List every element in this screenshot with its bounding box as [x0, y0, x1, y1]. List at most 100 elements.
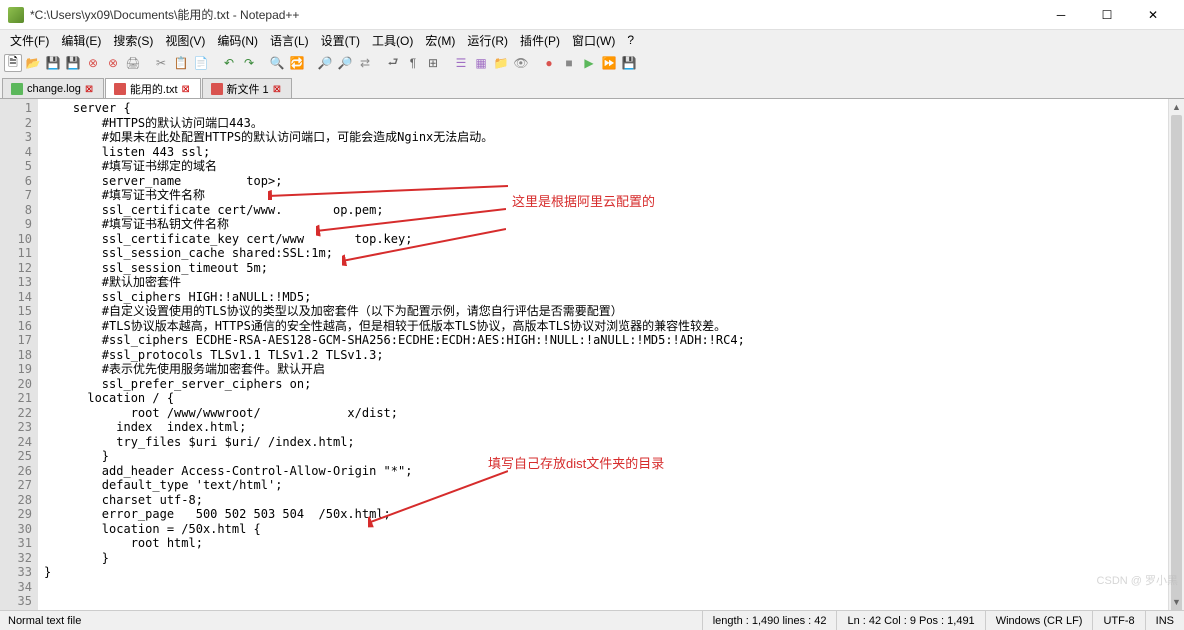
line-number: 32 — [2, 551, 32, 566]
replace-icon[interactable]: 🔁 — [288, 54, 306, 72]
status-insert-mode[interactable]: INS — [1145, 611, 1184, 630]
monitor-icon[interactable]: 👁 — [512, 54, 530, 72]
line-number: 20 — [2, 377, 32, 392]
line-number: 5 — [2, 159, 32, 174]
zoom-in-icon[interactable]: 🔎 — [316, 54, 334, 72]
file-status-icon — [11, 83, 23, 95]
code-line[interactable]: #表示优先使用服务端加密套件。默认开启 — [44, 362, 1162, 377]
close-file-icon[interactable]: ⊗ — [84, 54, 102, 72]
code-line[interactable]: listen 443 ssl; — [44, 145, 1162, 160]
menu-8[interactable]: 宏(M) — [419, 30, 461, 51]
status-encoding[interactable]: UTF-8 — [1092, 611, 1144, 630]
stop-macro-icon[interactable]: ■ — [560, 54, 578, 72]
scroll-up-icon[interactable]: ▲ — [1169, 99, 1184, 115]
maximize-button[interactable]: ☐ — [1084, 0, 1130, 30]
undo-icon[interactable]: ↶ — [220, 54, 238, 72]
menu-12[interactable]: ? — [621, 31, 640, 49]
line-number: 22 — [2, 406, 32, 421]
cut-icon[interactable]: ✂ — [152, 54, 170, 72]
copy-icon[interactable]: 📋 — [172, 54, 190, 72]
code-line[interactable]: #ssl_protocols TLSv1.1 TLSv1.2 TLSv1.3; — [44, 348, 1162, 363]
code-line[interactable]: default_type 'text/html'; — [44, 478, 1162, 493]
code-line[interactable]: try_files $uri $uri/ /index.html; — [44, 435, 1162, 450]
code-line[interactable]: #如果未在此处配置HTTPS的默认访问端口，可能会造成Nginx无法启动。 — [44, 130, 1162, 145]
print-icon[interactable]: 🖨 — [124, 54, 142, 72]
code-line[interactable]: #自定义设置使用的TLS协议的类型以及加密套件（以下为配置示例，请您自行评估是否… — [44, 304, 1162, 319]
line-number: 34 — [2, 580, 32, 595]
status-filetype: Normal text file — [0, 615, 200, 627]
tab-close-icon[interactable]: ⊠ — [182, 84, 192, 94]
vertical-scrollbar[interactable]: ▲ ▼ — [1168, 99, 1184, 610]
wordwrap-icon[interactable]: ⮐ — [384, 54, 402, 72]
status-eol[interactable]: Windows (CR LF) — [985, 611, 1093, 630]
menu-9[interactable]: 运行(R) — [461, 30, 514, 51]
save-icon[interactable]: 💾 — [44, 54, 62, 72]
code-line[interactable]: #填写证书私钥文件名称 — [44, 217, 1162, 232]
scroll-down-icon[interactable]: ▼ — [1169, 594, 1184, 610]
tab-2[interactable]: 新文件 1⊠ — [202, 78, 292, 98]
tab-1[interactable]: 能用的.txt⊠ — [105, 78, 201, 98]
menu-0[interactable]: 文件(F) — [4, 30, 55, 51]
minimize-button[interactable]: ─ — [1038, 0, 1084, 30]
new-file-icon[interactable]: 🗎 — [4, 54, 22, 72]
line-number: 6 — [2, 174, 32, 189]
line-number: 2 — [2, 116, 32, 131]
code-line[interactable]: ssl_prefer_server_ciphers on; — [44, 377, 1162, 392]
sync-scroll-icon[interactable]: ⇄ — [356, 54, 374, 72]
menu-6[interactable]: 设置(T) — [315, 30, 366, 51]
save-macro-icon[interactable]: 💾 — [620, 54, 638, 72]
code-line[interactable]: root html; — [44, 536, 1162, 551]
menu-11[interactable]: 窗口(W) — [566, 30, 621, 51]
record-macro-icon[interactable]: ● — [540, 54, 558, 72]
code-line[interactable]: index index.html; — [44, 420, 1162, 435]
line-number: 36 — [2, 609, 32, 611]
menu-1[interactable]: 编辑(E) — [55, 30, 107, 51]
code-line[interactable]: charset utf-8; — [44, 493, 1162, 508]
folder-workspace-icon[interactable]: 📁 — [492, 54, 510, 72]
menu-5[interactable]: 语言(L) — [264, 30, 315, 51]
code-line[interactable]: error_page 500 502 503 504 /50x.html; — [44, 507, 1162, 522]
find-icon[interactable]: 🔍 — [268, 54, 286, 72]
tab-close-icon[interactable]: ⊠ — [273, 84, 283, 94]
status-position: Ln : 42 Col : 9 Pos : 1,491 — [836, 611, 984, 630]
code-line[interactable]: ssl_ciphers HIGH:!aNULL:!MD5; — [44, 290, 1162, 305]
play-multi-icon[interactable]: ⏩ — [600, 54, 618, 72]
menu-4[interactable]: 编码(N) — [211, 30, 264, 51]
menu-3[interactable]: 视图(V) — [159, 30, 211, 51]
doc-map-icon[interactable]: ▦ — [472, 54, 490, 72]
code-line[interactable]: ssl_session_timeout 5m; — [44, 261, 1162, 276]
code-editor[interactable]: server { #HTTPS的默认访问端口443。 #如果未在此处配置HTTP… — [38, 99, 1168, 610]
code-line[interactable]: ssl_session_cache shared:SSL:1m; — [44, 246, 1162, 261]
zoom-out-icon[interactable]: 🔎 — [336, 54, 354, 72]
code-line[interactable]: server_name top>; — [44, 174, 1162, 189]
code-line[interactable]: location = /50x.html { — [44, 522, 1162, 537]
menu-7[interactable]: 工具(O) — [366, 30, 419, 51]
code-line[interactable]: root /www/wwwroot/ x/dist; — [44, 406, 1162, 421]
line-number: 16 — [2, 319, 32, 334]
menu-10[interactable]: 插件(P) — [514, 30, 566, 51]
code-line[interactable]: } — [44, 551, 1162, 566]
code-line[interactable]: server { — [44, 101, 1162, 116]
scroll-thumb[interactable] — [1171, 115, 1182, 610]
open-file-icon[interactable]: 📂 — [24, 54, 42, 72]
code-line[interactable]: ssl_certificate_key cert/www top.key; — [44, 232, 1162, 247]
close-button[interactable]: ✕ — [1130, 0, 1176, 30]
tab-close-icon[interactable]: ⊠ — [85, 84, 95, 94]
code-line[interactable]: #TLS协议版本越高，HTTPS通信的安全性越高，但是相较于低版本TLS协议，高… — [44, 319, 1162, 334]
code-line[interactable]: #ssl_ciphers ECDHE-RSA-AES128-GCM-SHA256… — [44, 333, 1162, 348]
code-line[interactable]: #默认加密套件 — [44, 275, 1162, 290]
paste-icon[interactable]: 📄 — [192, 54, 210, 72]
close-all-icon[interactable]: ⊗ — [104, 54, 122, 72]
save-all-icon[interactable]: 💾 — [64, 54, 82, 72]
indent-guide-icon[interactable]: ⊞ — [424, 54, 442, 72]
code-line[interactable]: #HTTPS的默认访问端口443。 — [44, 116, 1162, 131]
menu-2[interactable]: 搜索(S) — [107, 30, 159, 51]
code-line[interactable]: } — [44, 565, 1162, 580]
func-list-icon[interactable]: ☰ — [452, 54, 470, 72]
code-line[interactable]: #填写证书绑定的域名 — [44, 159, 1162, 174]
redo-icon[interactable]: ↷ — [240, 54, 258, 72]
play-macro-icon[interactable]: ▶ — [580, 54, 598, 72]
show-all-chars-icon[interactable]: ¶ — [404, 54, 422, 72]
code-line[interactable]: location / { — [44, 391, 1162, 406]
tab-0[interactable]: change.log⊠ — [2, 78, 104, 98]
